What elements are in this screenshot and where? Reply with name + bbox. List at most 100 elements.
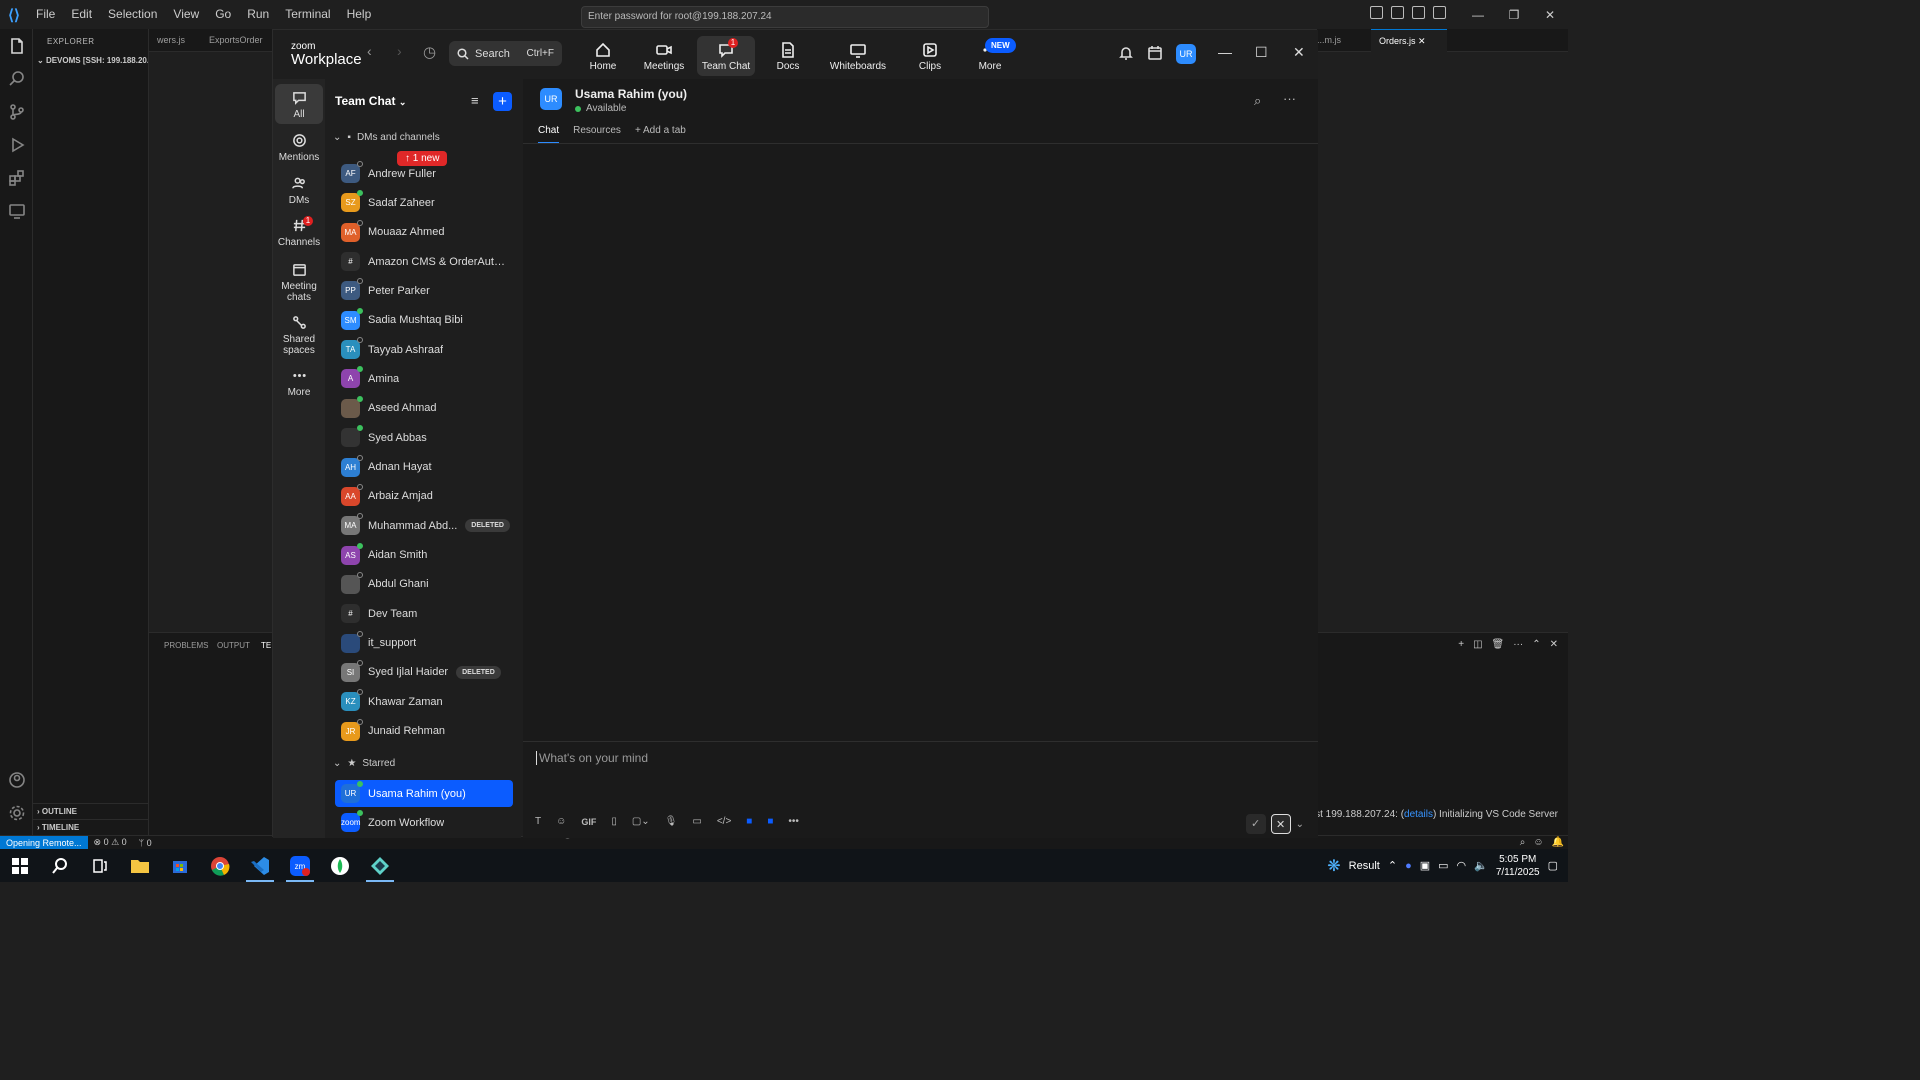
contact-row[interactable]: A Amina <box>335 365 513 392</box>
dms-channels-section[interactable]: ⌄ ▪ DMs and channels <box>333 132 440 143</box>
source-control-icon[interactable] <box>0 95 33 128</box>
tab-close-icon[interactable]: ✕ <box>1418 36 1426 46</box>
run-debug-icon[interactable] <box>0 128 33 161</box>
clock[interactable]: 5:05 PM 7/11/2025 <box>1496 853 1540 879</box>
contact-row[interactable]: # Amazon CMS & OrderAuto... <box>335 248 513 275</box>
editor-tab[interactable]: wers.js <box>149 29 193 52</box>
toggle-panel-icon[interactable] <box>1412 6 1425 19</box>
chevron-down-icon[interactable]: ⌄ <box>1296 819 1304 830</box>
contact-row[interactable]: AH Adnan Hayat <box>335 454 513 481</box>
send-check-icon[interactable]: ✓ <box>1245 814 1266 834</box>
microphone-icon[interactable]: 🎙 <box>665 816 678 827</box>
extensions-icon[interactable] <box>0 161 33 194</box>
tab-meetings[interactable]: Meetings <box>635 36 693 76</box>
search-icon[interactable] <box>0 62 33 95</box>
panel-tab-problems[interactable]: PROBLEMS <box>164 641 208 650</box>
editor-tab-active[interactable]: Orders.js ✕ <box>1371 29 1447 52</box>
menu-edit[interactable]: Edit <box>63 0 100 29</box>
close-icon[interactable]: ✕ <box>1532 8 1568 22</box>
contact-row[interactable]: JR Junaid Rehman <box>335 718 513 745</box>
tab-more[interactable]: More NEW <box>963 36 1017 76</box>
show-hidden-icons-icon[interactable]: ⌃ <box>1388 859 1397 872</box>
explorer-root-folder[interactable]: ⌄ DEVOMS [SSH: 199.188.20... <box>33 54 148 67</box>
new-terminal-icon[interactable]: + <box>1458 639 1464 650</box>
rail-shared-spaces[interactable]: Shared spaces <box>275 309 323 359</box>
command-center-input[interactable]: Enter password for root@199.188.207.24 <box>581 6 989 28</box>
menu-run[interactable]: Run <box>239 0 277 29</box>
contact-row[interactable]: Aseed Ahmad <box>335 395 513 422</box>
notifications-bell-icon[interactable] <box>1118 45 1134 66</box>
task-view-icon[interactable] <box>80 849 120 882</box>
zoom-taskbar-icon[interactable]: zm <box>280 849 320 882</box>
file-explorer-icon[interactable] <box>120 849 160 882</box>
taskbar-search-icon[interactable] <box>40 849 80 882</box>
minimize-icon[interactable]: — <box>1460 8 1496 22</box>
details-link[interactable]: details <box>1404 809 1433 820</box>
rail-meeting-chats[interactable]: Meeting chats <box>275 256 323 306</box>
menu-file[interactable]: File <box>28 0 63 29</box>
settings-gear-icon[interactable] <box>0 796 33 829</box>
rail-mentions[interactable]: Mentions <box>275 127 323 167</box>
volume-icon[interactable]: 🔈 <box>1474 859 1488 872</box>
contact-row[interactable]: AA Arbaiz Amjad <box>335 483 513 510</box>
menu-selection[interactable]: Selection <box>100 0 165 29</box>
more-tools-icon[interactable]: ••• <box>788 816 799 827</box>
zoom-search-button[interactable]: Search Ctrl+F <box>449 41 562 66</box>
close-panel-icon[interactable]: ✕ <box>1550 639 1558 650</box>
contact-row[interactable]: TA Tayyab Ashraaf <box>335 336 513 363</box>
minimize-icon[interactable]: — <box>1218 44 1232 60</box>
emoji-icon[interactable]: ☺ <box>556 816 566 827</box>
tab-docs[interactable]: Docs <box>762 36 814 76</box>
search-icon[interactable]: ⌕ <box>1254 93 1261 109</box>
conversation-avatar[interactable]: UR <box>540 88 562 110</box>
history-icon[interactable]: ◷ <box>423 43 436 61</box>
tray-app-icon[interactable]: ▣ <box>1420 859 1430 872</box>
video-message-icon[interactable]: ▭ <box>692 816 701 827</box>
store-icon[interactable] <box>160 849 200 882</box>
remote-explorer-icon[interactable] <box>0 194 33 227</box>
contact-row[interactable]: MA Mouaaz Ahmed <box>335 219 513 246</box>
toggle-secondary-sidebar-icon[interactable] <box>1433 6 1446 19</box>
notifications-icon[interactable]: 🔔 <box>1552 837 1564 848</box>
app-drop-icon[interactable] <box>320 849 360 882</box>
contact-row[interactable]: # Dev Team <box>335 600 513 627</box>
tab-clips[interactable]: Clips <box>903 36 957 76</box>
maximize-icon[interactable]: ☐ <box>1255 44 1268 61</box>
problems-count[interactable]: ⊗ 0 ⚠ 0 <box>88 837 133 848</box>
notification-center-icon[interactable]: ▢ <box>1548 859 1558 872</box>
contact-row[interactable]: SI Syed Ijlal Haider DELETED <box>335 659 513 686</box>
contact-row[interactable]: AS Aidan Smith <box>335 542 513 569</box>
tab-chat[interactable]: Chat <box>538 125 560 144</box>
app-diamond-icon[interactable] <box>360 849 400 882</box>
contact-row[interactable]: UR Usama Rahim (you) <box>335 780 513 807</box>
menu-go[interactable]: Go <box>207 0 239 29</box>
contact-row[interactable]: zoom Zoom Workflow <box>335 809 513 836</box>
file-icon[interactable]: ▯ <box>611 816 617 827</box>
menu-view[interactable]: View <box>165 0 207 29</box>
result-label[interactable]: Result <box>1349 860 1380 872</box>
conversation-name[interactable]: Usama Rahim (you) <box>575 87 687 101</box>
more-actions-icon[interactable]: ··· <box>1513 639 1523 650</box>
tab-team-chat[interactable]: Team Chat 1 <box>697 36 755 76</box>
chrome-icon[interactable] <box>200 849 240 882</box>
accounts-icon[interactable] <box>0 763 33 796</box>
contact-row[interactable]: MA Muhammad Abd... DELETED <box>335 512 513 539</box>
restore-icon[interactable]: ❐ <box>1496 8 1532 22</box>
app-icon[interactable]: ■ <box>767 816 773 827</box>
starred-section[interactable]: ⌄ ★ Starred <box>333 758 395 769</box>
tab-resources[interactable]: Resources <box>573 125 621 144</box>
format-text-icon[interactable]: T <box>535 816 541 827</box>
zoom-icon[interactable]: ⌕ <box>1520 837 1526 848</box>
code-snippet-icon[interactable]: </> <box>717 816 731 827</box>
customize-layout-icon[interactable] <box>1370 6 1383 19</box>
windows-start-icon[interactable] <box>0 849 40 882</box>
maximize-panel-icon[interactable]: ⌃ <box>1532 639 1540 650</box>
weather-icon[interactable]: ❋ <box>1327 856 1340 876</box>
back-arrow-icon[interactable]: ‹ <box>367 43 372 59</box>
contact-row[interactable]: SM Sadia Mushtaq Bibi <box>335 307 513 334</box>
contact-row[interactable]: it_support <box>335 630 513 657</box>
explorer-icon[interactable] <box>0 29 33 62</box>
menu-terminal[interactable]: Terminal <box>277 0 338 29</box>
panel-tab-output[interactable]: OUTPUT <box>217 641 250 650</box>
contact-row[interactable]: PP Peter Parker <box>335 277 513 304</box>
